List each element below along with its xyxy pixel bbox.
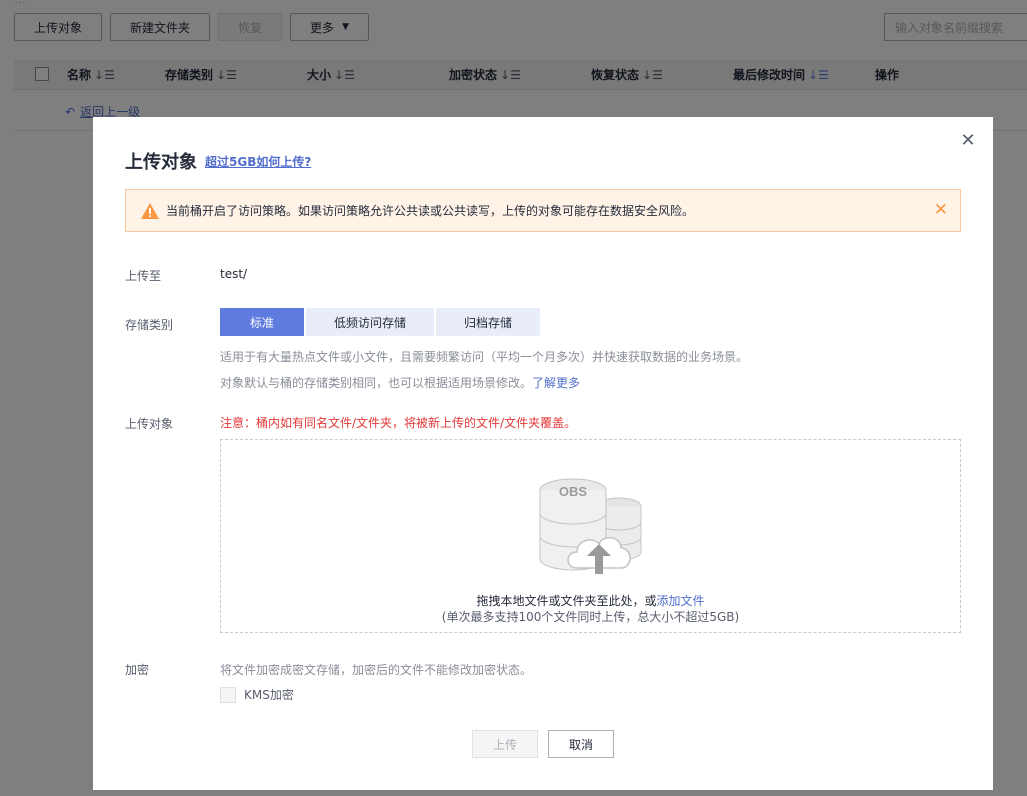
storage-class-label: 存储类别	[125, 318, 174, 332]
dropzone-instruction: 拖拽本地文件或文件夹至此处，或添加文件	[476, 594, 705, 608]
upload-button[interactable]: 上传	[472, 730, 538, 758]
dropzone-limit: (单次最多支持100个文件同时上传，总大小不超过5GB)	[441, 610, 740, 624]
learn-more-link[interactable]: 了解更多	[532, 376, 580, 390]
storage-hint-2: 对象默认与桶的存储类别相同，也可以根据适用场景修改。了解更多	[220, 376, 581, 390]
close-icon[interactable]: ✕	[958, 131, 978, 151]
dialog-footer: 上传 取消	[472, 730, 614, 758]
encryption-hint: 将文件加密成密文存储，加密后的文件不能修改加密状态。	[220, 663, 533, 677]
add-file-link[interactable]: 添加文件	[657, 594, 705, 608]
storage-option-archive[interactable]: 归档存储	[436, 308, 541, 336]
upload-to-label: 上传至	[125, 269, 162, 283]
cancel-button[interactable]: 取消	[548, 730, 614, 758]
storage-option-standard[interactable]: 标准	[220, 308, 305, 336]
upload-dialog: 上传对象 超过5GB如何上传? ✕ 当前桶开启了访问策略。如果访问策略允许公共读…	[93, 117, 993, 790]
alert-close-icon[interactable]: ✕	[934, 200, 948, 220]
storage-option-infrequent[interactable]: 低频访问存储	[306, 308, 435, 336]
encryption-label: 加密	[125, 663, 150, 677]
kms-label: KMS加密	[244, 688, 294, 702]
upload-object-label: 上传对象	[125, 417, 174, 431]
security-alert: 当前桶开启了访问策略。如果访问策略允许公共读或公共读写，上传的对象可能存在数据安…	[125, 189, 961, 232]
storage-class-selector: 标准 低频访问存储 归档存储	[220, 308, 541, 336]
alert-text: 当前桶开启了访问策略。如果访问策略允许公共读或公共读写，上传的对象可能存在数据安…	[166, 204, 695, 218]
warning-icon	[140, 201, 160, 221]
obs-label: OBS	[559, 484, 588, 499]
overwrite-warning: 注意：桶内如有同名文件/文件夹，将被新上传的文件/文件夹覆盖。	[220, 416, 577, 430]
large-file-help-link[interactable]: 超过5GB如何上传?	[205, 153, 311, 170]
dialog-title: 上传对象	[125, 152, 197, 173]
kms-checkbox[interactable]	[220, 686, 236, 703]
file-dropzone[interactable]: OBS 拖拽本地文件或文件夹至此处，或添加文件 (单次最多支持100个文件同时上…	[220, 439, 961, 633]
kms-encryption-option[interactable]: KMS加密	[220, 686, 294, 703]
obs-upload-illustration: OBS	[539, 478, 642, 574]
upload-to-value: test/	[220, 267, 248, 281]
storage-hint-1: 适用于有大量热点文件或小文件，且需要频繁访问（平均一个月多次）并快速获取数据的业…	[220, 350, 749, 364]
